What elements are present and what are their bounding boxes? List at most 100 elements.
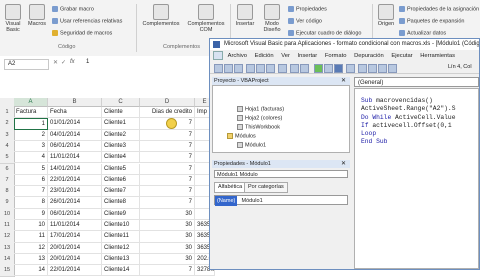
object-combo[interactable]: (General): [354, 77, 479, 87]
table-cell[interactable]: 30: [140, 231, 195, 243]
code-line[interactable]: End Sub: [361, 138, 478, 146]
complements-button[interactable]: Complementos: [138, 4, 184, 27]
table-cell[interactable]: 4: [14, 152, 48, 164]
table-cell[interactable]: Cliente1: [102, 118, 140, 130]
code-line[interactable]: Loop: [361, 130, 478, 138]
table-cell[interactable]: 7: [140, 186, 195, 198]
table-cell[interactable]: 7: [140, 129, 195, 141]
table-cell[interactable]: 14/01/2014: [48, 163, 102, 175]
table-cell[interactable]: 7: [140, 163, 195, 175]
macro-security-button[interactable]: Seguridad de macros: [52, 30, 112, 36]
property-value[interactable]: Módulo1: [239, 198, 263, 204]
column-header-c[interactable]: C: [102, 98, 140, 107]
code-line[interactable]: Sub macrovencidas(): [361, 97, 478, 105]
table-cell[interactable]: 23/01/2014: [48, 186, 102, 198]
tree-item-modulo1[interactable]: Módulo1: [237, 142, 266, 148]
project-explorer-icon[interactable]: [358, 64, 367, 73]
insert-button[interactable]: Insertar: [233, 4, 257, 27]
find-icon[interactable]: [278, 64, 287, 73]
tree-item-modulos[interactable]: Módulos: [227, 133, 256, 139]
table-cell[interactable]: 30: [140, 220, 195, 232]
paste-icon[interactable]: [266, 64, 275, 73]
property-row-name[interactable]: (Name) Módulo1: [214, 195, 348, 206]
code-line[interactable]: If activecell.Offset(0,1: [361, 122, 478, 130]
enter-icon[interactable]: ✓: [61, 59, 66, 66]
header-cell[interactable]: Dias de credito: [140, 107, 195, 119]
table-cell[interactable]: 7: [140, 197, 195, 209]
view-excel-icon[interactable]: [214, 64, 223, 73]
table-cell[interactable]: Cliente10: [102, 220, 140, 232]
undo-icon[interactable]: [290, 64, 299, 73]
header-cell[interactable]: Fecha: [48, 107, 102, 119]
table-cell[interactable]: Cliente9: [102, 208, 140, 220]
table-cell[interactable]: 5: [14, 163, 48, 175]
table-cell[interactable]: 12: [14, 242, 48, 254]
table-cell[interactable]: Cliente14: [102, 265, 140, 277]
table-cell[interactable]: 7: [140, 140, 195, 153]
close-icon[interactable]: ✕: [341, 77, 346, 84]
table-cell[interactable]: 06/01/2014: [48, 140, 102, 153]
visual-basic-button[interactable]: Visual Basic: [2, 4, 24, 33]
insert-module-icon[interactable]: [224, 64, 233, 73]
source-button[interactable]: Origen: [375, 4, 397, 27]
table-cell[interactable]: 10: [14, 220, 48, 232]
table-cell[interactable]: 22/01/2014: [48, 265, 102, 277]
table-cell[interactable]: Cliente6: [102, 174, 140, 187]
tree-item-hoja1[interactable]: Hoja1 (facturas): [237, 106, 284, 112]
menu-herramientas[interactable]: Herramientas: [420, 53, 455, 59]
formula-input[interactable]: 1: [86, 59, 89, 65]
table-cell[interactable]: 13: [14, 253, 48, 266]
cancel-icon[interactable]: ✕: [53, 59, 58, 66]
menu-insertar[interactable]: Insertar: [298, 53, 318, 59]
design-mode-button[interactable]: Modo Diseño: [259, 4, 285, 33]
table-cell[interactable]: 7: [140, 174, 195, 187]
table-cell[interactable]: 3: [14, 140, 48, 153]
fx-icon[interactable]: fx: [70, 59, 75, 65]
tab-alphabetic[interactable]: Alfabética: [214, 182, 247, 193]
header-cell[interactable]: Cliente: [102, 107, 140, 119]
header-cell[interactable]: Factura: [14, 107, 48, 119]
column-header-b[interactable]: B: [48, 98, 102, 107]
column-header-a[interactable]: A: [14, 98, 48, 107]
record-macro-button[interactable]: Grabar macro: [52, 6, 94, 12]
stop-icon[interactable]: [334, 64, 343, 73]
menu-archivo[interactable]: Archivo: [228, 53, 247, 59]
redo-icon[interactable]: [300, 64, 309, 73]
table-cell[interactable]: Cliente7: [102, 186, 140, 198]
design-mode-icon[interactable]: [346, 64, 355, 73]
refresh-data-button[interactable]: Actualizar datos: [399, 30, 446, 36]
properties-window-icon[interactable]: [368, 64, 377, 73]
table-cell[interactable]: 8: [14, 197, 48, 209]
table-cell[interactable]: 06/01/2014: [48, 208, 102, 220]
table-cell[interactable]: 30: [140, 242, 195, 254]
table-cell[interactable]: 22/01/2014: [48, 174, 102, 187]
toolbox-icon[interactable]: [388, 64, 397, 73]
table-cell[interactable]: 11/01/2014: [48, 220, 102, 232]
table-cell[interactable]: Cliente13: [102, 253, 140, 266]
table-cell[interactable]: 6: [14, 174, 48, 187]
save-icon[interactable]: [234, 64, 243, 73]
properties-object-select[interactable]: Módulo1 Módulo: [214, 170, 348, 178]
row-header[interactable]: 15: [0, 265, 15, 277]
table-cell[interactable]: 20/01/2014: [48, 253, 102, 266]
com-complements-button[interactable]: Complementos COM: [186, 4, 226, 33]
menu-ejecutar[interactable]: Ejecutar: [391, 53, 412, 59]
map-properties-button[interactable]: Propiedades de la asignación: [399, 6, 479, 12]
table-cell[interactable]: 9: [14, 208, 48, 220]
run-dialog-button[interactable]: Ejecutar cuadro de diálogo: [288, 30, 361, 36]
table-cell[interactable]: 14: [14, 265, 48, 277]
cut-icon[interactable]: [246, 64, 255, 73]
tab-categories[interactable]: Por categorías: [244, 182, 288, 193]
table-cell[interactable]: Cliente12: [102, 242, 140, 254]
table-cell[interactable]: 2: [14, 129, 48, 141]
table-cell[interactable]: 20/01/2014: [48, 242, 102, 254]
code-line[interactable]: ActiveSheet.Range("A2").S: [361, 105, 478, 113]
expansion-packages-button[interactable]: Paquetes de expansión: [399, 18, 465, 24]
table-cell[interactable]: Cliente2: [102, 129, 140, 141]
menu-depuracion[interactable]: Depuración: [354, 53, 384, 59]
excel-view-icon[interactable]: [213, 51, 223, 60]
table-cell[interactable]: 26/01/2014: [48, 197, 102, 209]
table-cell[interactable]: Cliente3: [102, 140, 140, 153]
table-cell[interactable]: 1: [14, 118, 48, 130]
copy-icon[interactable]: [256, 64, 265, 73]
